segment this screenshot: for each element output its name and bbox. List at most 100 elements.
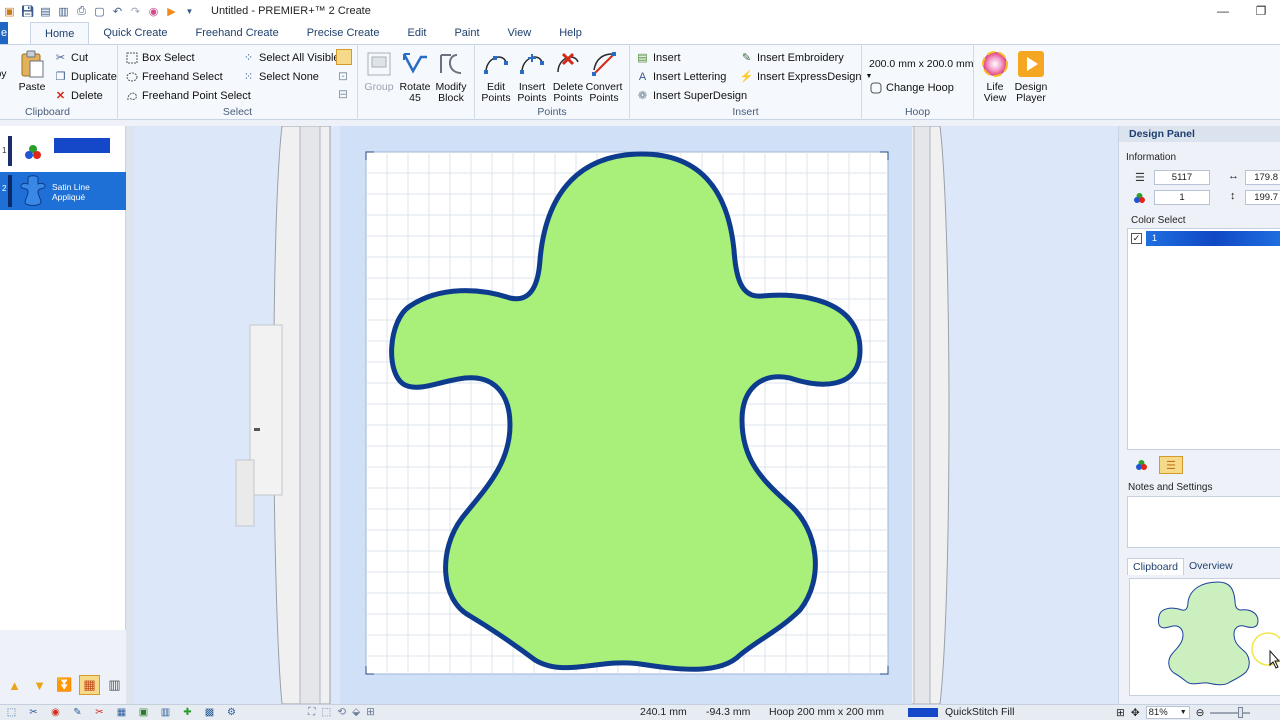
- tab-overview[interactable]: Overview: [1184, 558, 1238, 575]
- tab-freehand-create[interactable]: Freehand Create: [182, 22, 293, 44]
- stitch-count-field: 5117: [1154, 170, 1210, 185]
- save-all-icon[interactable]: ▥: [56, 4, 71, 18]
- select-none-button[interactable]: ⁙ Select None: [242, 68, 319, 85]
- redo-icon[interactable]: ↷: [128, 4, 143, 18]
- modify-block-button[interactable]: Modify Block: [432, 49, 470, 104]
- change-hoop-button[interactable]: Change Hoop: [869, 79, 954, 96]
- layer-item-2[interactable]: 2 Satin Line Appliqué: [0, 172, 126, 210]
- color-select-list[interactable]: ✓ 1: [1127, 228, 1280, 450]
- layer-options-icon[interactable]: ▦: [79, 675, 100, 695]
- box-icon[interactable]: ⬚: [321, 706, 331, 719]
- freehand-point-select-button[interactable]: Freehand Point Select: [125, 87, 251, 104]
- group-button[interactable]: Group: [360, 49, 398, 93]
- rotate-45-button[interactable]: Rotate 45: [396, 49, 434, 104]
- zoom-out-icon[interactable]: ⊖: [1196, 707, 1205, 719]
- color-item-1[interactable]: 1: [1146, 231, 1280, 246]
- clipboard-overview-tabs: Clipboard Overview: [1127, 558, 1238, 575]
- fit-icon[interactable]: ⛶: [308, 706, 315, 719]
- move-down-icon[interactable]: ▼: [29, 675, 50, 695]
- design-panel: Design Panel Information ☰ 5117 ↔ 179.8 …: [1118, 126, 1280, 704]
- delete-points-button[interactable]: Delete Points: [549, 49, 587, 104]
- design-canvas[interactable]: [134, 126, 1118, 704]
- tab-clipboard[interactable]: Clipboard: [1127, 558, 1184, 575]
- life-view-button[interactable]: Life View: [976, 49, 1014, 104]
- convert-points-button[interactable]: Convert Points: [585, 49, 623, 104]
- insert-button[interactable]: ▤ Insert: [636, 49, 680, 66]
- grid-tool-icon[interactable]: ▦: [114, 706, 129, 719]
- zoom-value: 81%: [1148, 707, 1168, 718]
- ribbon: py Paste ✂ Cut ❐ Duplicate ✕ Delete Clip…: [0, 45, 1280, 120]
- freehand-select-button[interactable]: Freehand Select: [125, 68, 223, 85]
- rotate-icon[interactable]: ⟲: [337, 706, 346, 719]
- select-extra-icon-1[interactable]: [336, 49, 352, 65]
- box-select-button[interactable]: Box Select: [125, 49, 195, 66]
- paste-button[interactable]: Paste: [13, 49, 51, 93]
- tab-view[interactable]: View: [494, 22, 546, 44]
- select-extra-icon-3[interactable]: ⊟: [338, 87, 348, 101]
- zoom-select[interactable]: 81% ▼: [1145, 706, 1190, 719]
- select-tool-icon[interactable]: ⬚: [4, 706, 19, 719]
- cut-button[interactable]: ✂ Cut: [54, 49, 88, 66]
- dropdown-icon[interactable]: ▼: [182, 4, 197, 18]
- design-overview[interactable]: [1129, 578, 1280, 696]
- select-all-visible-button[interactable]: ⁘ Select All Visible: [242, 49, 340, 66]
- tab-file[interactable]: e: [0, 22, 8, 44]
- left-panel-splitter[interactable]: [126, 126, 134, 704]
- delete-button[interactable]: ✕ Delete: [54, 87, 103, 104]
- pencil-tool-icon[interactable]: ✎: [70, 706, 85, 719]
- edit-points-button[interactable]: Edit Points: [477, 49, 515, 104]
- app-icon[interactable]: ▣: [2, 4, 17, 18]
- move-to-top-icon[interactable]: ▲: [4, 675, 25, 695]
- new-icon[interactable]: ▢: [92, 4, 107, 18]
- scissors-tool-icon[interactable]: ✂: [92, 706, 107, 719]
- color-balls-button[interactable]: [1131, 456, 1151, 474]
- zoom-fit-icon[interactable]: ⊞: [1116, 707, 1125, 719]
- save-as-icon[interactable]: ▤: [38, 4, 53, 18]
- cut-tool-icon[interactable]: ✂: [26, 706, 41, 719]
- frame-icon[interactable]: ⊞: [366, 706, 375, 719]
- add-tool-icon[interactable]: ✚: [180, 706, 195, 719]
- tab-quick-create[interactable]: Quick Create: [89, 22, 181, 44]
- tab-help[interactable]: Help: [545, 22, 596, 44]
- zoom-slider[interactable]: [1210, 706, 1251, 718]
- color-checkbox[interactable]: ✓: [1131, 233, 1142, 244]
- insert-superdesign-button[interactable]: ❁ Insert SuperDesign: [636, 87, 747, 104]
- minimize-button[interactable]: —: [1204, 0, 1242, 22]
- hoop-tool-icon[interactable]: ▣: [136, 706, 151, 719]
- layer-grid-icon[interactable]: ▥: [104, 675, 125, 695]
- layer-number: 1: [2, 146, 7, 155]
- insert-lettering-button[interactable]: A Insert Lettering: [636, 68, 727, 85]
- insert-points-button[interactable]: Insert Points: [513, 49, 551, 104]
- notes-textarea[interactable]: [1127, 496, 1280, 548]
- tab-precise-create[interactable]: Precise Create: [293, 22, 394, 44]
- clipboard-group-label: Clipboard: [25, 106, 70, 118]
- play-icon[interactable]: ▶: [164, 4, 179, 18]
- design-player-button[interactable]: Design Player: [1012, 49, 1050, 104]
- settings-tool-icon[interactable]: ⚙: [224, 706, 239, 719]
- zoom-slider-thumb[interactable]: [1238, 706, 1244, 718]
- fill-tool-icon[interactable]: ▩: [202, 706, 217, 719]
- select-extra-icon-2[interactable]: ⊡: [338, 69, 348, 83]
- insert-expressdesign-button[interactable]: ⚡ Insert ExpressDesign ▼: [740, 68, 873, 85]
- insert-embroidery-button[interactable]: ✎ Insert Embroidery: [740, 49, 844, 66]
- color-balls-icon: [1133, 192, 1146, 207]
- restore-button[interactable]: ❐: [1242, 0, 1280, 22]
- tab-edit[interactable]: Edit: [393, 22, 440, 44]
- list-view-button[interactable]: ☰: [1159, 456, 1183, 474]
- stitch-tool-icon[interactable]: ▥: [158, 706, 173, 719]
- save-icon[interactable]: 💾︎: [20, 4, 35, 18]
- layer-item-1[interactable]: 1: [0, 134, 126, 170]
- duplicate-button[interactable]: ❐ Duplicate: [54, 68, 117, 85]
- print-icon[interactable]: ⎙: [74, 4, 89, 18]
- freehand-select-icon: [125, 70, 138, 83]
- select-all-icon: ⁘: [243, 52, 254, 64]
- tab-home[interactable]: Home: [30, 22, 90, 44]
- undo-icon[interactable]: ↶: [110, 4, 125, 18]
- zoom-hand-icon[interactable]: ✥: [1131, 707, 1140, 719]
- paste-icon: [17, 49, 47, 79]
- life-view-icon[interactable]: ◉: [146, 4, 161, 18]
- tab-paint[interactable]: Paint: [440, 22, 493, 44]
- color-tool-icon[interactable]: ◉: [48, 706, 63, 719]
- move-to-bottom-icon[interactable]: ⏬: [54, 675, 75, 695]
- points-icon[interactable]: ⬙: [352, 706, 360, 719]
